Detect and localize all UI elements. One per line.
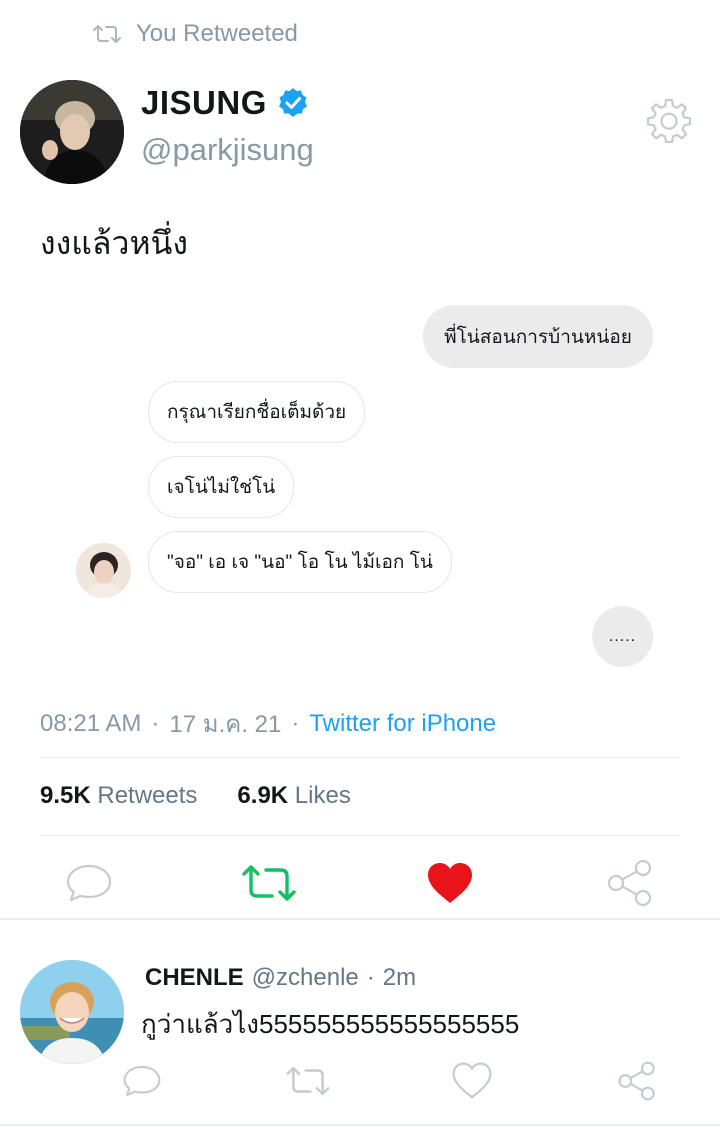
- tweet-date: 17 ม.ค. 21: [169, 711, 282, 738]
- likes-label: Likes: [294, 782, 351, 809]
- comment-icon: [66, 864, 112, 902]
- retweeted-header: You Retweeted: [92, 18, 298, 50]
- reply-author-name[interactable]: CHENLE: [145, 964, 244, 992]
- reply-reply-button[interactable]: [121, 1062, 163, 1100]
- reply-text: กูว่าแล้วไง555555555555555555: [141, 1009, 520, 1039]
- chat-typing-bubble: .....: [592, 606, 653, 667]
- author-name[interactable]: JISUNG: [141, 84, 267, 122]
- tweet-stats: 9.5K Retweets 6.9K Likes: [40, 782, 351, 810]
- chat-bubble-sent: พี่โน่สอนการบ้านหน่อย: [423, 305, 653, 368]
- share-icon: [618, 1061, 655, 1101]
- meta-separator: ·: [291, 709, 300, 737]
- author-name-row: JISUNG: [141, 84, 309, 122]
- retweet-icon: [286, 1066, 330, 1096]
- comment-icon: [123, 1065, 161, 1097]
- author-handle[interactable]: @parkjisung: [141, 132, 314, 168]
- heart-icon: [428, 863, 472, 903]
- reply-share-button[interactable]: [617, 1060, 657, 1102]
- verified-badge-icon: [278, 88, 307, 117]
- author-avatar[interactable]: [20, 80, 124, 184]
- reply-time: 2m: [382, 964, 417, 991]
- meta-separator: ·: [151, 709, 160, 737]
- likes-count: 6.9K: [237, 782, 289, 809]
- reply-author-avatar[interactable]: [20, 960, 124, 1064]
- retweets-count: 9.5K: [40, 782, 91, 809]
- tweet-text: งงแล้วหนึ่ง: [40, 225, 189, 261]
- like-button[interactable]: [425, 860, 475, 906]
- tweet-meta: 08:21 AM · 17 ม.ค. 21 · Twitter for iPho…: [40, 704, 496, 743]
- reply-header: CHENLE @zchenle · 2m: [145, 964, 416, 992]
- retweeted-label: You Retweeted: [136, 20, 298, 47]
- tweet-time: 08:21 AM: [40, 709, 142, 737]
- gear-icon[interactable]: [645, 97, 693, 145]
- tweet-source-link[interactable]: Twitter for iPhone: [309, 710, 496, 738]
- retweets-label: Retweets: [97, 782, 198, 809]
- retweets-stat[interactable]: 9.5K Retweets: [40, 782, 197, 810]
- reply-retweet-button[interactable]: [284, 1064, 332, 1098]
- retweet-button[interactable]: [240, 862, 298, 904]
- chat-bubble-received: กรุณาเรียกชื่อเต็มด้วย: [148, 381, 366, 443]
- retweet-icon: [242, 865, 296, 901]
- chat-bubble-received: "จอ" เอ เจ "นอ" โอ โน ไม้เอก โน่: [148, 531, 452, 593]
- reply-button[interactable]: [64, 860, 114, 906]
- divider: [0, 1124, 720, 1126]
- retweet-icon: [93, 25, 121, 43]
- reply-like-button[interactable]: [451, 1061, 493, 1100]
- reply-separator: ·: [366, 964, 375, 991]
- divider: [40, 757, 680, 758]
- heart-icon: [452, 1062, 492, 1099]
- share-button[interactable]: [606, 858, 654, 908]
- chat-bubble-received: เจโน่ไม่ใช่โน่: [148, 456, 295, 518]
- share-icon: [607, 859, 652, 907]
- divider: [40, 835, 680, 836]
- chat-avatar: [76, 543, 131, 598]
- likes-stat[interactable]: 6.9K Likes: [237, 782, 350, 810]
- reply-author-handle[interactable]: @zchenle: [252, 964, 359, 992]
- divider: [0, 918, 720, 920]
